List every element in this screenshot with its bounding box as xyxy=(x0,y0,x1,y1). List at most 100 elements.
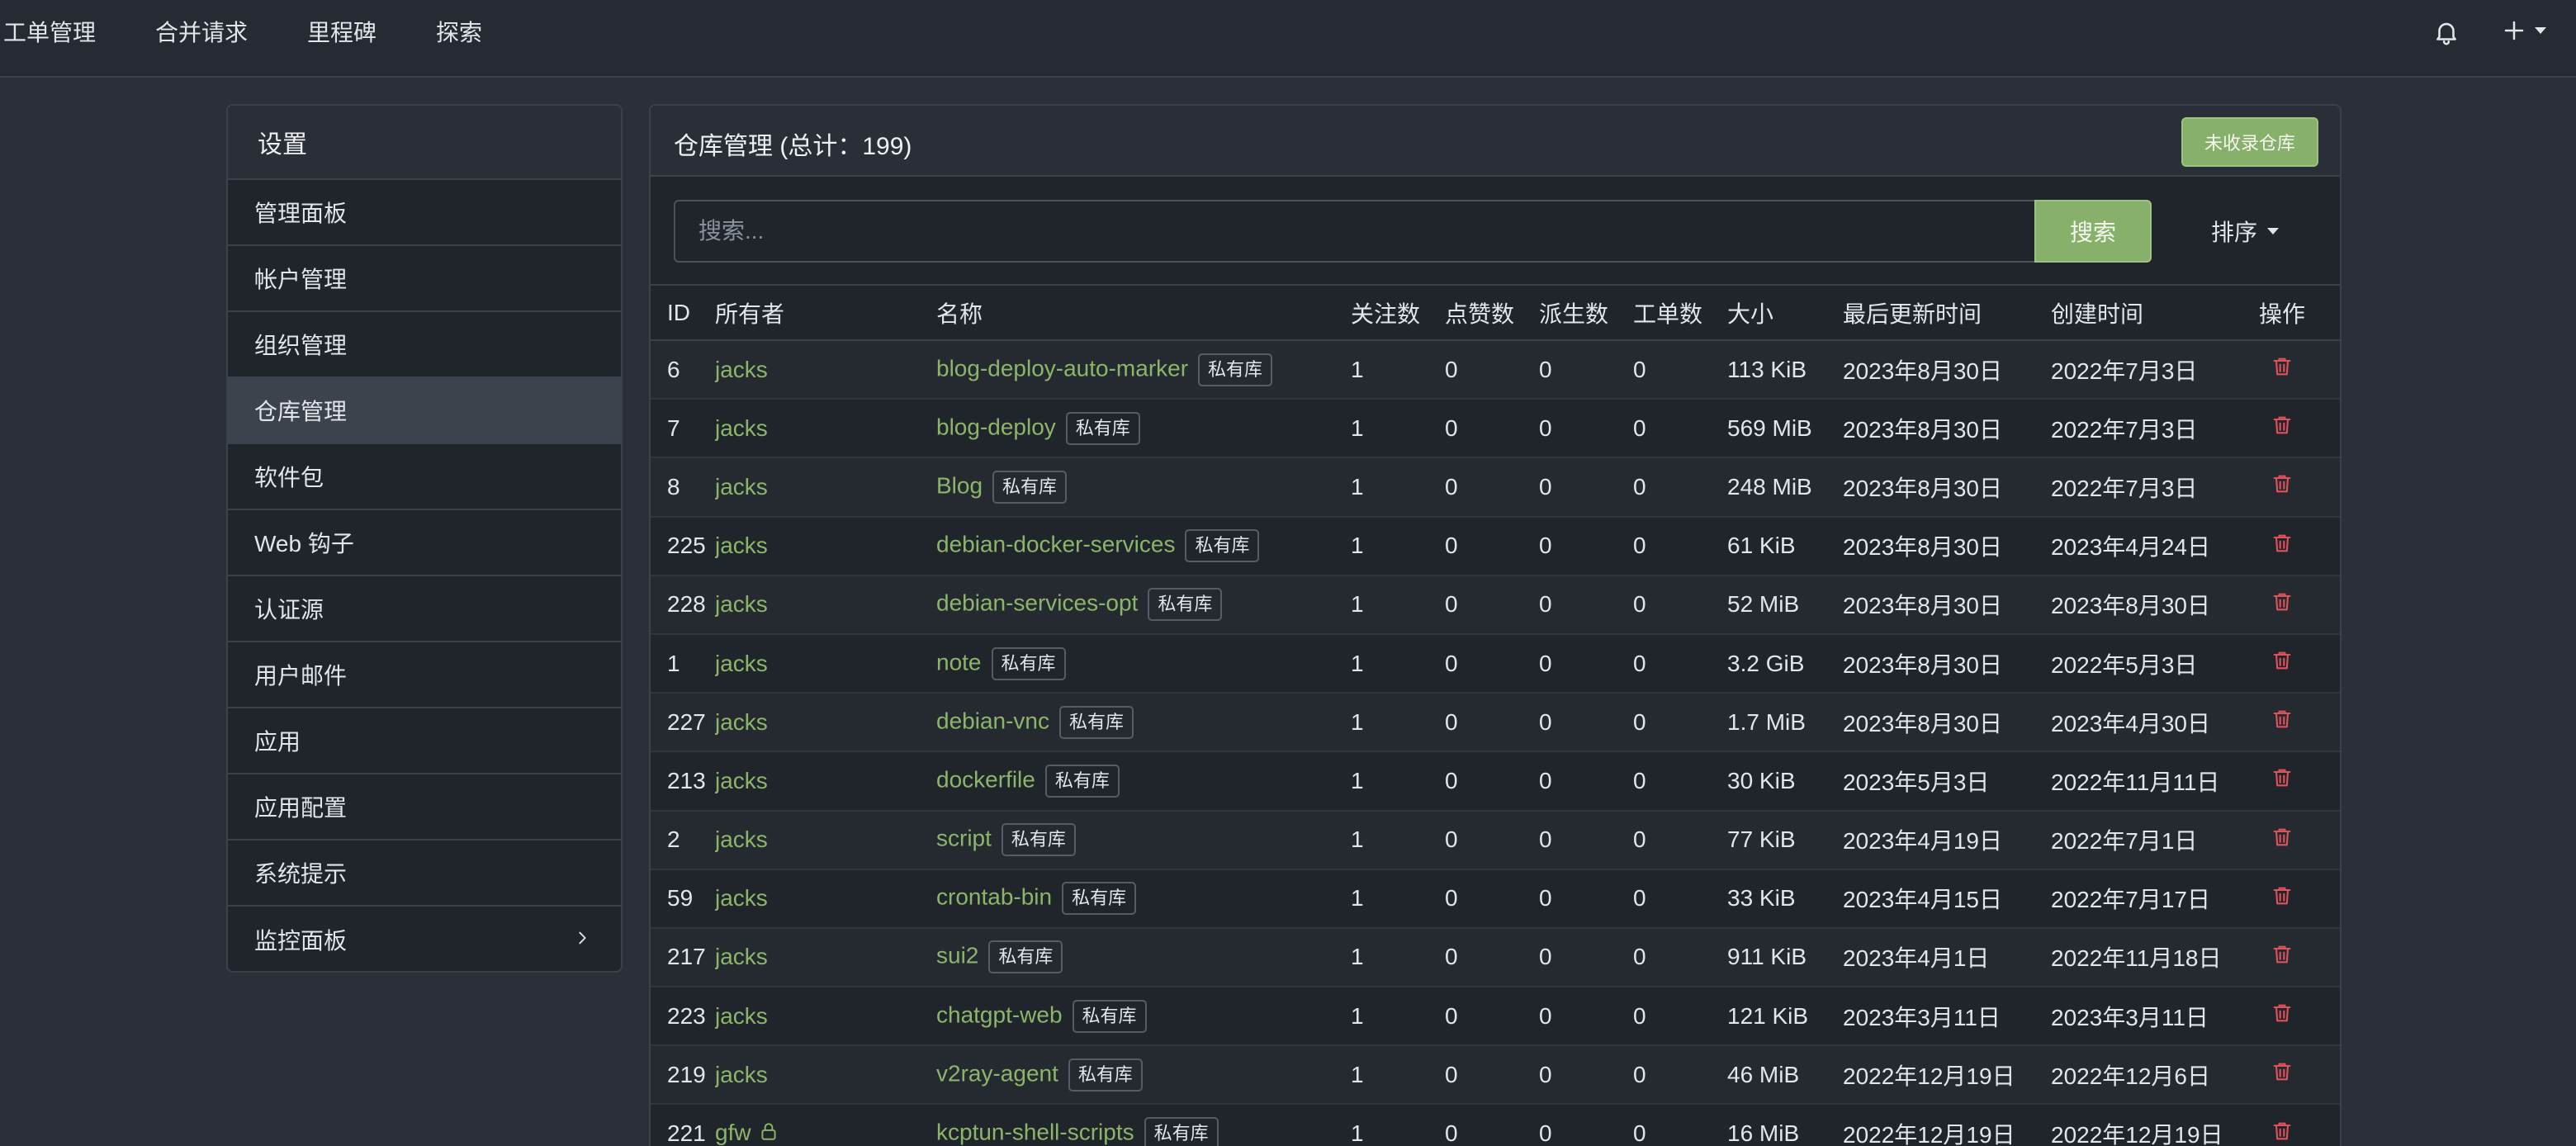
sidebar-item-label: 仓库管理 xyxy=(254,399,348,424)
repo-link[interactable]: blog-deploy-auto-marker xyxy=(936,355,1188,381)
repo-link[interactable]: dockerfile xyxy=(936,766,1035,792)
cell-forks: 0 xyxy=(1539,987,1633,1047)
sort-dropdown[interactable]: 排序 xyxy=(2211,215,2280,248)
owner-link[interactable]: jacks xyxy=(715,591,768,617)
search-input[interactable] xyxy=(674,200,2044,263)
repo-link[interactable]: Blog xyxy=(936,472,983,498)
nav-item-pulls[interactable]: 合并请求 xyxy=(155,15,248,48)
delete-trash-icon[interactable] xyxy=(2271,531,2294,561)
delete-trash-icon[interactable] xyxy=(2271,942,2294,973)
repo-link[interactable]: crontab-bin xyxy=(936,884,1052,910)
unadopted-repos-button[interactable]: 未收录仓库 xyxy=(2181,117,2318,167)
col-header-stars[interactable]: 点赞数 xyxy=(1445,286,1539,341)
delete-trash-icon[interactable] xyxy=(2271,471,2294,502)
nav-item-issues[interactable]: 工单管理 xyxy=(3,15,96,48)
owner-link[interactable]: jacks xyxy=(715,533,768,558)
sidebar-item-2[interactable]: 组织管理 xyxy=(228,312,621,378)
delete-trash-icon[interactable] xyxy=(2271,590,2294,620)
owner-link[interactable]: jacks xyxy=(715,1003,768,1029)
delete-trash-icon[interactable] xyxy=(2271,354,2294,385)
cell-id: 228 xyxy=(651,575,715,635)
repo-link[interactable]: sui2 xyxy=(936,943,978,968)
owner-link[interactable]: jacks xyxy=(715,885,768,911)
owner-link[interactable]: jacks xyxy=(715,415,768,441)
col-header-issues[interactable]: 工单数 xyxy=(1633,286,1727,341)
owner-link[interactable]: jacks xyxy=(715,1062,768,1087)
sidebar-item-0[interactable]: 管理面板 xyxy=(228,180,621,246)
cell-stars: 0 xyxy=(1445,516,1539,576)
cell-size: 113 KiB xyxy=(1727,340,1843,400)
cell-name: script 私有库 xyxy=(936,810,1351,870)
repo-link[interactable]: kcptun-shell-scripts xyxy=(936,1119,1134,1144)
sidebar-item-11[interactable]: 监控面板 xyxy=(228,907,621,971)
delete-trash-icon[interactable] xyxy=(2271,707,2294,737)
owner-link[interactable]: jacks xyxy=(715,357,768,382)
private-badge: 私有库 xyxy=(1058,705,1134,739)
private-badge: 私有库 xyxy=(1062,882,1137,916)
owner-link[interactable]: jacks xyxy=(715,826,768,852)
delete-trash-icon[interactable] xyxy=(2271,883,2294,914)
delete-trash-icon[interactable] xyxy=(2271,825,2294,855)
cell-id: 1 xyxy=(651,633,715,694)
sidebar-item-1[interactable]: 帐户管理 xyxy=(228,246,621,312)
cell-owner: jacks xyxy=(715,399,936,459)
sidebar-item-7[interactable]: 用户邮件 xyxy=(228,642,621,708)
repo-link[interactable]: blog-deploy xyxy=(936,414,1056,439)
repo-link[interactable]: chatgpt-web xyxy=(936,1002,1063,1027)
cell-name: debian-vnc 私有库 xyxy=(936,693,1351,753)
owner-link[interactable]: jacks xyxy=(715,709,768,735)
cell-forks: 0 xyxy=(1539,751,1633,812)
delete-trash-icon[interactable] xyxy=(2271,1119,2294,1146)
delete-trash-icon[interactable] xyxy=(2271,765,2294,796)
repo-link[interactable]: debian-vnc xyxy=(936,708,1049,733)
cell-issues: 0 xyxy=(1633,633,1727,694)
col-header-created[interactable]: 创建时间 xyxy=(2051,286,2259,341)
delete-trash-icon[interactable] xyxy=(2271,1059,2294,1090)
sidebar-item-6[interactable]: 认证源 xyxy=(228,576,621,642)
panel-header: 仓库管理 (总计：199) 未收录仓库 xyxy=(651,106,2340,177)
repo-link[interactable]: note xyxy=(936,649,982,675)
cell-issues: 0 xyxy=(1633,927,1727,988)
repo-link[interactable]: debian-services-opt xyxy=(936,590,1138,616)
repo-link[interactable]: v2ray-agent xyxy=(936,1060,1058,1086)
owner-link[interactable]: jacks xyxy=(715,768,768,793)
cell-name: blog-deploy 私有库 xyxy=(936,399,1351,459)
delete-trash-icon[interactable] xyxy=(2271,413,2294,443)
col-header-watchers[interactable]: 关注数 xyxy=(1351,286,1445,341)
bell-icon[interactable] xyxy=(2432,18,2460,46)
col-header-size[interactable]: 大小 xyxy=(1727,286,1843,341)
col-header-name[interactable]: 名称 xyxy=(936,286,1351,341)
owner-link[interactable]: gfw xyxy=(715,1120,751,1145)
col-header-forks[interactable]: 派生数 xyxy=(1539,286,1633,341)
search-button[interactable]: 搜索 xyxy=(2034,200,2152,263)
delete-trash-icon[interactable] xyxy=(2271,648,2294,679)
table-row: 219 jacks v2ray-agent 私有库 1 0 0 0 46 MiB 2022年12月… xyxy=(651,1045,2340,1106)
owner-link[interactable]: jacks xyxy=(715,474,768,500)
search-bar: 搜索 排序 xyxy=(651,177,2340,286)
sidebar-item-9[interactable]: 应用配置 xyxy=(228,774,621,841)
table-row: 8 jacks Blog 私有库 1 0 0 0 248 MiB 2023年8月30日 2022年7… xyxy=(651,457,2340,518)
cell-size: 121 KiB xyxy=(1727,987,1843,1047)
sidebar-item-4[interactable]: 软件包 xyxy=(228,444,621,510)
col-header-updated[interactable]: 最后更新时间 xyxy=(1843,286,2051,341)
owner-link[interactable]: jacks xyxy=(715,944,768,969)
private-badge: 私有库 xyxy=(1065,411,1140,445)
sidebar-item-10[interactable]: 系统提示 xyxy=(228,841,621,907)
nav-item-milestones[interactable]: 里程碑 xyxy=(307,15,376,48)
sidebar-item-5[interactable]: Web 钩子 xyxy=(228,510,621,576)
create-menu[interactable] xyxy=(2502,18,2546,43)
repo-link[interactable]: script xyxy=(936,825,992,850)
nav-item-explore[interactable]: 探索 xyxy=(436,15,482,48)
owner-link[interactable]: jacks xyxy=(715,651,768,676)
cell-owner: jacks xyxy=(715,693,936,753)
delete-trash-icon[interactable] xyxy=(2271,1001,2294,1031)
table-row: 213 jacks dockerfile 私有库 1 0 0 0 30 KiB 2023年5月3日… xyxy=(651,751,2340,812)
col-header-owner[interactable]: 所有者 xyxy=(715,286,936,341)
repo-link[interactable]: debian-docker-services xyxy=(936,532,1175,557)
sidebar-item-3[interactable]: 仓库管理 xyxy=(228,378,621,444)
sidebar-item-8[interactable]: 应用 xyxy=(228,708,621,774)
cell-watchers: 1 xyxy=(1351,810,1445,870)
col-header-id[interactable]: ID xyxy=(651,286,715,341)
cell-watchers: 1 xyxy=(1351,575,1445,635)
cell-stars: 0 xyxy=(1445,869,1539,929)
